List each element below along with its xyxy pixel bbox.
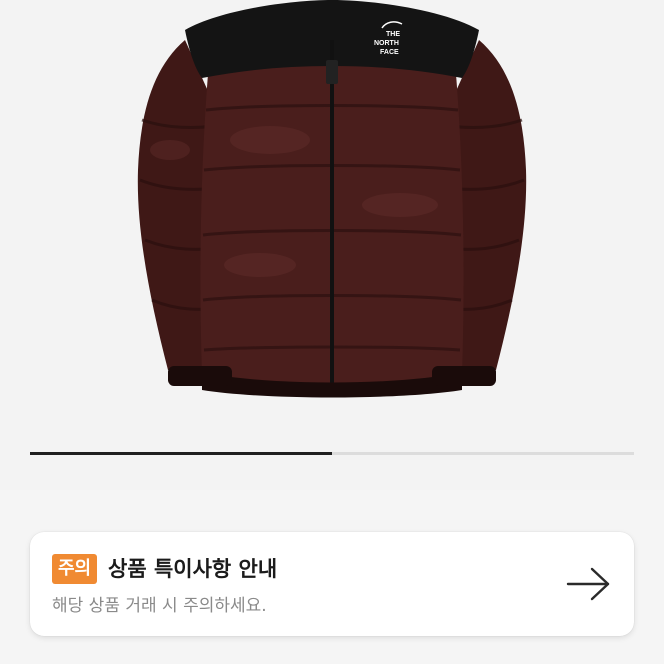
svg-text:NORTH: NORTH xyxy=(374,40,399,47)
arrow-right-icon[interactable] xyxy=(566,566,612,602)
product-notice-card[interactable]: 주의 상품 특이사항 안내 해당 상품 거래 시 주의하세요. xyxy=(30,532,634,636)
notice-subtitle: 해당 상품 거래 시 주의하세요. xyxy=(52,596,267,616)
product-page: THE NORTH FACE 주의 상품 특이사항 안내 해당 상품 거래 시 … xyxy=(0,0,664,664)
gallery-progress-track xyxy=(30,452,634,455)
product-info-section: 주의 상품 특이사항 안내 해당 상품 거래 시 주의하세요. xyxy=(0,490,664,664)
product-photo: THE NORTH FACE xyxy=(137,0,527,398)
svg-text:FACE: FACE xyxy=(380,49,399,56)
gallery-progress-fill xyxy=(30,452,332,455)
caution-badge: 주의 xyxy=(52,554,98,584)
svg-text:THE: THE xyxy=(386,31,400,38)
notice-title: 상품 특이사항 안내 xyxy=(108,557,278,581)
product-image-gallery[interactable]: THE NORTH FACE xyxy=(0,0,664,490)
